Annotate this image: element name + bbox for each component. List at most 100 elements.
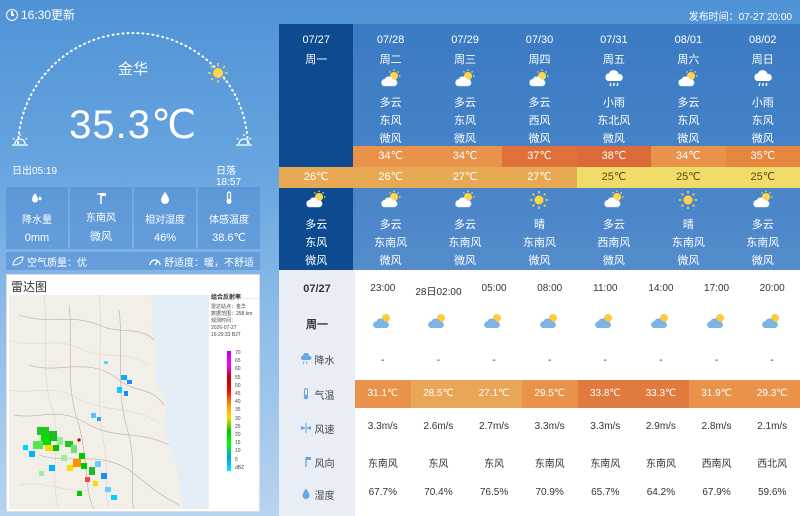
humidity-icon xyxy=(302,488,309,499)
hourly-wind-speed: 3.3m/s xyxy=(534,421,565,432)
hourly-wind-direction: 东风 xyxy=(484,459,505,470)
partly-cloudy-icon xyxy=(522,312,578,333)
forecast-day-column[interactable]: 07/31 周五 小雨 东北风 微风 38℃ 25℃ 多云 西南风 微风 xyxy=(576,24,652,270)
forecast-high: 38℃ xyxy=(576,146,652,167)
hourly-forecast: 07/27 周一 降水 气温 风速 风向 湿度 23:00 - 31.1℃ 3.3m/s 东南风 67.… xyxy=(279,270,800,516)
partly-cloudy-icon xyxy=(744,312,800,333)
hourly-temp: 27.1℃ xyxy=(466,380,522,408)
forecast-night-wind-level: 微风 xyxy=(454,255,477,267)
forecast-day-column[interactable]: 07/28 周二 多云 东风 微风 34℃ 26℃ 多云 东南风 微风 xyxy=(353,24,428,270)
forecast-day-column[interactable]: 08/01 周六 多云 东风 微风 34℃ 25℃ 晴东南风 微风 xyxy=(651,24,726,270)
hourly-time: 05:00 xyxy=(481,283,507,294)
partly-cloudy-icon xyxy=(578,312,634,333)
hourly-row-label-text: 气温 xyxy=(314,390,335,402)
hourly-humidity: 70.9% xyxy=(535,487,564,498)
leaf-icon xyxy=(12,256,24,266)
forecast-night-wind-level: 微风 xyxy=(305,255,328,267)
hourly-humidity: 67.9% xyxy=(702,487,731,498)
partly-cloudy-icon xyxy=(726,190,800,213)
hourly-wind-direction: 西南风 xyxy=(701,459,732,470)
forecast-high: 34℃ xyxy=(651,146,726,167)
radar-legend-line: 雷达站点：金华 xyxy=(211,304,247,310)
hourly-wind-speed: 3.3m/s xyxy=(367,421,398,432)
radar-scale-value: 50 xyxy=(235,382,241,389)
hourly-wind-direction: 东南风 xyxy=(367,459,398,470)
hourly-wind-direction: 东南风 xyxy=(645,459,676,470)
forecast-low: 25℃ xyxy=(576,167,652,188)
air-quality-text: 空气质量：优 xyxy=(27,257,87,269)
stat-label: 体感温度 xyxy=(209,214,249,226)
radar-scale-value: 5 xyxy=(235,456,238,463)
sunrise-time: 日出05:19 xyxy=(12,166,58,177)
forecast-weekday: 周一 xyxy=(305,54,328,66)
hourly-today-weekday: 周一 xyxy=(306,319,328,331)
stat-value: 微风 xyxy=(90,231,112,243)
radar-scale-value: 10 xyxy=(235,448,241,455)
partly-cloudy-icon xyxy=(651,69,725,92)
forecast-day-column[interactable]: 07/29 周三 多云 东风 微风 34℃ 27℃ 多云 东南风 微风 xyxy=(427,24,503,270)
rain-icon xyxy=(300,353,311,365)
forecast-night-weather: 晴 xyxy=(533,219,545,231)
forecast-night-wind: 东风 xyxy=(305,237,328,249)
current-weather-arc: 金华 35.3℃ 日出05:19 日落18:57 xyxy=(6,20,260,188)
stat-label: 相对湿度 xyxy=(145,215,185,226)
radar-scale-value: 20 xyxy=(235,432,241,439)
forecast-day-column[interactable]: 08/02 周日 小雨 东风 微风 35℃ 25℃ 多云 东南风 微风 xyxy=(725,24,800,270)
hourly-wind-speed: 2.1m/s xyxy=(757,421,788,432)
forecast-low: 25℃ xyxy=(651,167,726,188)
radar-map-image xyxy=(9,295,209,509)
hourly-time: 11:00 xyxy=(593,283,618,294)
forecast-date: 07/29 xyxy=(451,34,479,46)
radar-map[interactable] xyxy=(9,295,209,509)
forecast-night-weather: 多云 xyxy=(602,219,625,231)
partly-cloudy-icon xyxy=(353,190,427,213)
radar-scale-value: 55 xyxy=(235,374,241,381)
wind-vane-icon xyxy=(304,457,311,467)
sunny-icon xyxy=(502,190,576,213)
forecast-day-wind-level: 微风 xyxy=(454,133,477,145)
forecast-night-wind: 东南风 xyxy=(374,237,408,249)
forecast-low: 26℃ xyxy=(353,167,428,188)
hourly-temp: 31.1℃ xyxy=(355,380,411,408)
forecast-weekday: 周四 xyxy=(528,54,551,66)
forecast-date: 08/02 xyxy=(749,34,777,46)
forecast-night-wind-level: 微风 xyxy=(751,255,774,267)
forecast-high: 34℃ xyxy=(353,146,428,167)
forecast-day-column[interactable]: 07/30 周四 多云 西风 微风 37℃ 27℃ 晴东南风 微风 xyxy=(502,24,577,270)
hourly-row-label-text: 风速 xyxy=(314,424,335,436)
stat-value: 0mm xyxy=(24,232,50,244)
forecast-day-wind: 东风 xyxy=(751,115,774,127)
forecast-high: 37℃ xyxy=(502,146,577,167)
hourly-row-label-rain: 降水 xyxy=(279,352,355,367)
radar-scale-value: 45 xyxy=(235,391,241,398)
forecast-night-wind: 东南风 xyxy=(746,237,780,249)
partly-cloudy-icon xyxy=(411,312,467,333)
forecast-night-wind-level: 微风 xyxy=(528,255,551,267)
radar-scale-value: dBZ xyxy=(235,464,245,471)
forecast-day-weather: 多云 xyxy=(677,97,700,109)
light-rain-icon xyxy=(577,69,651,92)
thermometer-icon xyxy=(222,191,236,205)
forecast-night-wind-level: 微风 xyxy=(602,255,625,267)
stat-card-wind: 东南风 微风 xyxy=(70,187,132,249)
hourly-rain: - xyxy=(436,355,441,366)
radar-legend-line: 2026-07-27 xyxy=(211,325,237,331)
hourly-rain: - xyxy=(381,355,385,366)
air-quality: 空气质量：优 xyxy=(12,254,87,269)
forecast-day-wind-level: 微风 xyxy=(379,133,402,145)
forecast-date: 07/27 xyxy=(302,34,330,46)
hourly-wind-speed: 2.7m/s xyxy=(479,421,510,432)
hourly-humidity: 67.7% xyxy=(368,487,397,498)
forecast-night-weather: 多云 xyxy=(454,219,477,231)
hourly-rain: - xyxy=(548,355,552,366)
forecast-day-wind-level: 微风 xyxy=(528,133,551,145)
hourly-wind-speed: 2.8m/s xyxy=(701,421,732,432)
forecast-day-column[interactable]: 07/27 周一 26℃ 多云 东风 微风 xyxy=(279,24,354,270)
publish-time: 发布时间：07-27 20:00 xyxy=(688,12,792,23)
forecast-date: 07/30 xyxy=(525,34,554,46)
hourly-time: 08:00 xyxy=(537,283,563,294)
hourly-row-label-text: 降水 xyxy=(314,355,335,367)
current-temperature: 35.3℃ xyxy=(69,103,197,147)
forecast-low: 27℃ xyxy=(427,167,503,188)
hourly-time: 23:00 xyxy=(370,283,396,294)
